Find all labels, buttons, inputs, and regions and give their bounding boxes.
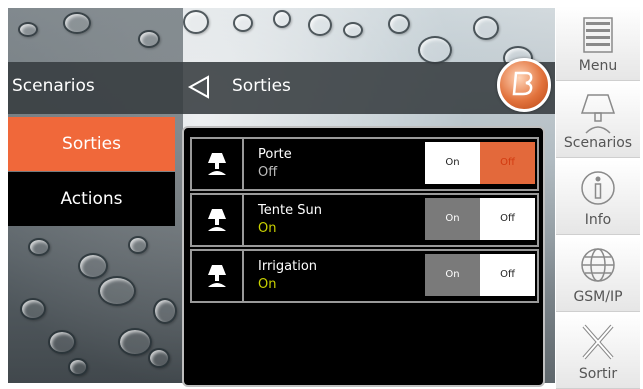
raindrop bbox=[98, 276, 136, 306]
raindrop bbox=[183, 10, 209, 34]
lamp-icon bbox=[208, 209, 226, 231]
raindrop bbox=[20, 298, 46, 320]
globe-icon bbox=[581, 248, 615, 282]
brand-logo bbox=[497, 58, 551, 112]
raindrop bbox=[78, 253, 108, 279]
raindrop bbox=[343, 22, 363, 38]
off-button[interactable]: Off bbox=[480, 254, 535, 296]
info-icon bbox=[581, 171, 615, 205]
lamp-icon bbox=[208, 265, 226, 287]
output-row-porte: Porte Off On Off bbox=[190, 137, 539, 191]
raindrop bbox=[273, 10, 291, 28]
raindrop bbox=[233, 14, 253, 32]
output-name: Porte bbox=[258, 147, 292, 162]
lamp-icon bbox=[580, 94, 616, 134]
output-status: On bbox=[258, 277, 277, 292]
raindrop bbox=[473, 16, 499, 40]
on-button[interactable]: On bbox=[425, 142, 480, 184]
list-icon bbox=[583, 17, 613, 53]
logo-mark-icon bbox=[512, 71, 533, 96]
raindrop bbox=[148, 348, 170, 368]
sidebar-label: Scenarios bbox=[563, 135, 633, 151]
output-icon-cell bbox=[192, 251, 244, 301]
close-icon bbox=[582, 324, 614, 360]
raindrop bbox=[28, 238, 50, 256]
sidebar-menu-button[interactable]: Menu bbox=[556, 6, 640, 81]
sidebar-label: Info bbox=[584, 212, 612, 228]
output-toggle: On Off bbox=[425, 254, 535, 296]
sidebar-info-button[interactable]: Info bbox=[556, 160, 640, 235]
lamp-icon bbox=[208, 153, 226, 175]
sidebar-gsm-ip-button[interactable]: GSM/IP bbox=[556, 237, 640, 312]
raindrop bbox=[63, 12, 91, 34]
on-button[interactable]: On bbox=[425, 254, 480, 296]
output-toggle: On Off bbox=[425, 142, 535, 184]
sidebar-label: Menu bbox=[578, 58, 618, 74]
output-name: Irrigation bbox=[258, 259, 318, 274]
raindrop bbox=[48, 330, 76, 354]
output-status: Off bbox=[258, 165, 278, 180]
menu-item-sorties[interactable]: Sorties bbox=[8, 117, 175, 171]
raindrop bbox=[388, 14, 410, 34]
sidebar-sortir-button[interactable]: Sortir bbox=[556, 314, 640, 389]
raindrop bbox=[138, 30, 160, 48]
breadcrumb-scenarios[interactable]: Scenarios bbox=[12, 76, 95, 96]
output-icon-cell bbox=[192, 139, 244, 189]
raindrop bbox=[153, 298, 177, 324]
sidebar-label: GSM/IP bbox=[573, 289, 623, 305]
raindrop bbox=[118, 328, 152, 356]
off-button[interactable]: Off bbox=[480, 198, 535, 240]
output-row-irrigation: Irrigation On On Off bbox=[190, 249, 539, 303]
menu-item-actions[interactable]: Actions bbox=[8, 172, 175, 226]
header-bar: Scenarios Sorties bbox=[8, 62, 555, 114]
sidebar-scenarios-button[interactable]: Scenarios bbox=[556, 83, 640, 158]
output-icon-cell bbox=[192, 195, 244, 245]
back-arrow-icon[interactable] bbox=[186, 74, 212, 100]
raindrop bbox=[308, 14, 332, 36]
output-toggle: On Off bbox=[425, 198, 535, 240]
outputs-panel: Porte Off On Off Tente Sun On On Off Irr… bbox=[182, 126, 545, 387]
page-title: Sorties bbox=[232, 76, 291, 96]
output-name: Tente Sun bbox=[258, 203, 322, 218]
output-status: On bbox=[258, 221, 277, 236]
raindrop bbox=[128, 236, 148, 254]
output-row-tente-sun: Tente Sun On On Off bbox=[190, 193, 539, 247]
off-button[interactable]: Off bbox=[480, 142, 535, 184]
raindrop bbox=[68, 358, 88, 376]
raindrop bbox=[18, 22, 38, 37]
on-button[interactable]: On bbox=[425, 198, 480, 240]
raindrop bbox=[418, 36, 452, 64]
sidebar-label: Sortir bbox=[578, 366, 618, 382]
